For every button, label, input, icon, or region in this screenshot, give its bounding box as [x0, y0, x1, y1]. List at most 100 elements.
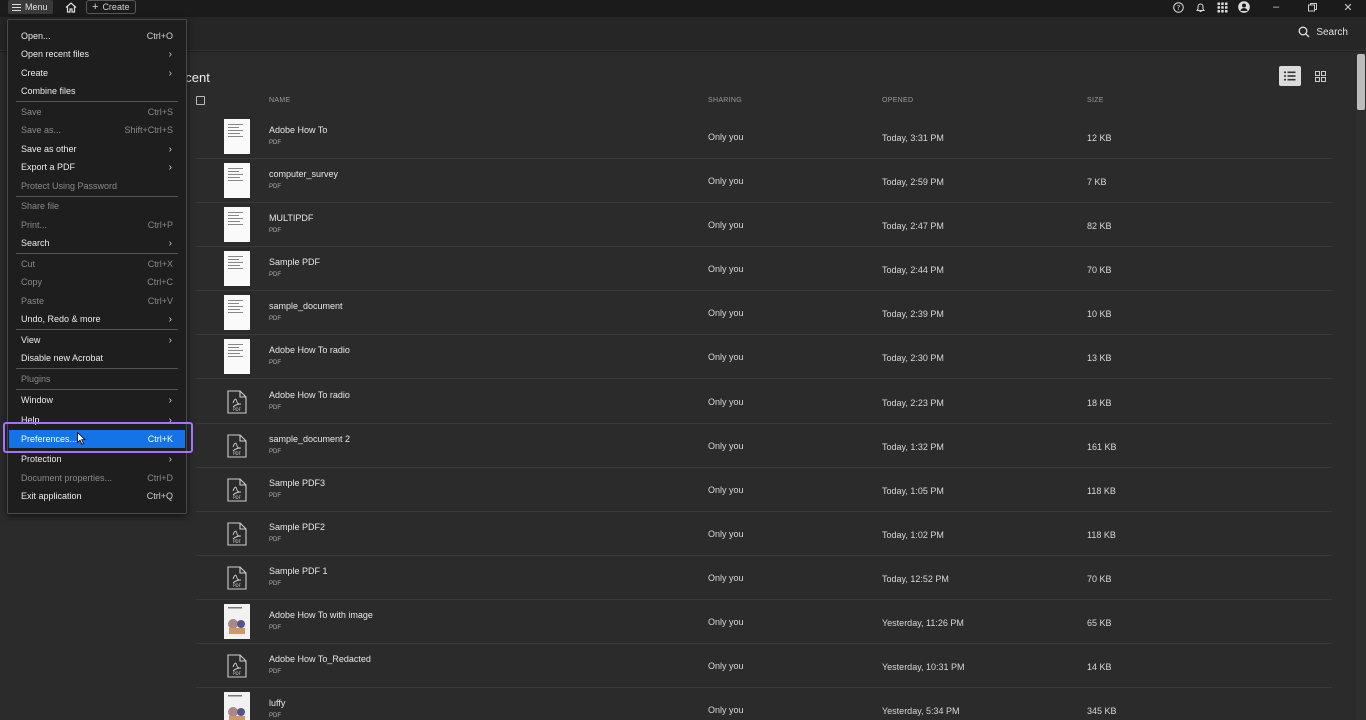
search-button[interactable]: Search: [1298, 26, 1348, 38]
file-row[interactable]: Adobe How To with image PDF Only you Yester…: [196, 600, 1332, 644]
menu-divider: [16, 389, 178, 390]
file-row[interactable]: Adobe How To radio PDF Only you Today, 2:30…: [196, 335, 1332, 379]
file-row[interactable]: PDF Sample PDF3 PDF Only you Today, 1:05 PM 1…: [196, 468, 1332, 512]
menu-item-create[interactable]: Create ›: [9, 64, 185, 82]
file-type: PDF: [269, 405, 281, 411]
file-size: 82 KB: [1087, 221, 1112, 231]
file-sharing: Only you: [708, 132, 744, 142]
menu-item-combine[interactable]: Combine files: [9, 82, 185, 100]
menu-item-disable-new-acrobat[interactable]: Disable new Acrobat: [9, 349, 185, 367]
column-header-size[interactable]: SIZE: [1087, 97, 1104, 104]
file-opened: Today, 3:31 PM: [882, 133, 944, 143]
help-icon[interactable]: ?: [1172, 1, 1184, 13]
file-opened: Today, 2:30 PM: [882, 353, 944, 363]
file-type: PDF: [269, 316, 281, 322]
file-row[interactable]: computer_survey PDF Only you Today, 2:59 PM…: [196, 159, 1332, 203]
file-opened: Today, 12:52 PM: [882, 574, 949, 584]
menu-item-exit[interactable]: Exit application Ctrl+Q: [9, 487, 185, 505]
menu-item-paste: Paste Ctrl+V: [9, 292, 185, 310]
menu-item-undo-redo[interactable]: Undo, Redo & more ›: [9, 310, 185, 328]
file-size: 10 KB: [1087, 309, 1112, 319]
file-opened: Today, 2:44 PM: [882, 265, 944, 275]
file-sharing: Only you: [708, 661, 744, 671]
menu-item-label: Share file: [21, 201, 60, 211]
menu-item-document-properties: Document properties... Ctrl+D: [9, 469, 185, 487]
menu-item-open[interactable]: Open... Ctrl+O: [9, 27, 185, 45]
menu-divider: [16, 253, 178, 254]
chevron-right-icon: ›: [168, 394, 172, 406]
file-row[interactable]: PDF Adobe How To radio PDF Only you Today, 2…: [196, 380, 1332, 424]
file-row[interactable]: luffy PDF Only you Yesterday, 5:34 PM 345 KB: [196, 688, 1332, 720]
menu-item-label: Combine files: [21, 86, 76, 96]
scrollbar[interactable]: [1356, 52, 1366, 720]
file-sharing: Only you: [708, 529, 744, 539]
apps-grid-icon[interactable]: [1216, 1, 1228, 13]
minimize-icon[interactable]: –: [1258, 0, 1294, 14]
menu-item-label: Create: [21, 68, 49, 78]
file-type: PDF: [269, 228, 281, 234]
file-row[interactable]: PDF Sample PDF 1 PDF Only you Today, 12:52 P…: [196, 556, 1332, 600]
restore-icon[interactable]: [1294, 0, 1330, 14]
account-avatar-icon[interactable]: [1238, 1, 1250, 13]
file-opened: Today, 1:02 PM: [882, 530, 944, 540]
file-type: PDF: [269, 581, 281, 587]
menu-item-open-recent[interactable]: Open recent files ›: [9, 45, 185, 63]
chevron-right-icon: ›: [168, 143, 172, 155]
file-type: PDF: [269, 713, 281, 719]
file-sharing: Only you: [708, 705, 744, 715]
grid-view-icon[interactable]: [1309, 66, 1331, 86]
shortcut-label: Ctrl+Q: [146, 491, 173, 501]
chevron-right-icon: ›: [168, 237, 172, 249]
menu-item-save: Save Ctrl+S: [9, 103, 185, 121]
file-name: sample_document 2: [269, 434, 351, 444]
select-all-checkbox[interactable]: [196, 96, 205, 105]
plus-icon: +: [92, 0, 99, 13]
scrollbar-thumb[interactable]: [1357, 54, 1365, 110]
menu-item-export-pdf[interactable]: Export a PDF ›: [9, 158, 185, 176]
file-type: PDF: [269, 449, 281, 455]
menu-item-save-as-other[interactable]: Save as other ›: [9, 140, 185, 158]
file-row[interactable]: Sample PDF PDF Only you Today, 2:44 PM 70 KB: [196, 247, 1332, 291]
menu-button[interactable]: Menu: [8, 0, 53, 14]
file-type: PDF: [269, 184, 281, 190]
file-name: computer_survey: [269, 169, 339, 179]
home-button[interactable]: [62, 0, 80, 14]
menu-item-window[interactable]: Window ›: [9, 391, 185, 409]
menu-item-label: Search: [21, 238, 50, 248]
column-header-opened[interactable]: OPENED: [882, 97, 913, 104]
file-name: Adobe How To: [269, 125, 328, 135]
shortcut-label: Shift+Ctrl+S: [124, 125, 173, 135]
list-view-icon[interactable]: [1279, 66, 1301, 86]
file-row[interactable]: Adobe How To PDF Only you Today, 3:31 PM 12 …: [196, 115, 1332, 159]
file-row[interactable]: PDF Adobe How To_Redacted PDF Only you Yeste…: [196, 644, 1332, 688]
svg-text:PDF: PDF: [233, 407, 241, 412]
mouse-cursor-icon: [77, 432, 86, 445]
menu-item-search[interactable]: Search ›: [9, 234, 185, 252]
file-size: 118 KB: [1087, 486, 1116, 496]
file-opened: Today, 2:23 PM: [882, 398, 944, 408]
create-button-label: Create: [102, 2, 130, 12]
file-row[interactable]: MULTIPDF PDF Only you Today, 2:47 PM 82 KB: [196, 203, 1332, 247]
notification-bell-icon[interactable]: [1194, 1, 1206, 13]
menu-divider: [16, 101, 178, 102]
menu-item-label: Open...: [21, 31, 51, 41]
search-label: Search: [1316, 26, 1348, 38]
file-row[interactable]: PDF Sample PDF2 PDF Only you Today, 1:02 PM 1…: [196, 512, 1332, 556]
file-row[interactable]: sample_document PDF Only you Today, 2:39 PM…: [196, 291, 1332, 335]
file-name: Adobe How To radio: [269, 345, 350, 355]
create-button[interactable]: + Create: [86, 0, 136, 14]
menu-button-label: Menu: [25, 2, 48, 12]
column-header-name[interactable]: NAME: [269, 97, 290, 104]
file-name: Adobe How To with image: [269, 610, 373, 620]
chevron-right-icon: ›: [168, 161, 172, 173]
menu-item-print: Print... Ctrl+P: [9, 216, 185, 234]
menu-item-view[interactable]: View ›: [9, 331, 185, 349]
column-header-sharing[interactable]: SHARING: [708, 97, 742, 104]
menu-item-label: Document properties...: [21, 473, 113, 483]
chevron-right-icon: ›: [168, 453, 172, 465]
close-icon[interactable]: ✕: [1330, 0, 1366, 14]
file-row[interactable]: PDF sample_document 2 PDF Only you Today, 1:…: [196, 424, 1332, 468]
svg-text:PDF: PDF: [233, 583, 241, 588]
pdf-file-icon: PDF: [224, 560, 250, 595]
file-sharing: Only you: [708, 573, 744, 583]
